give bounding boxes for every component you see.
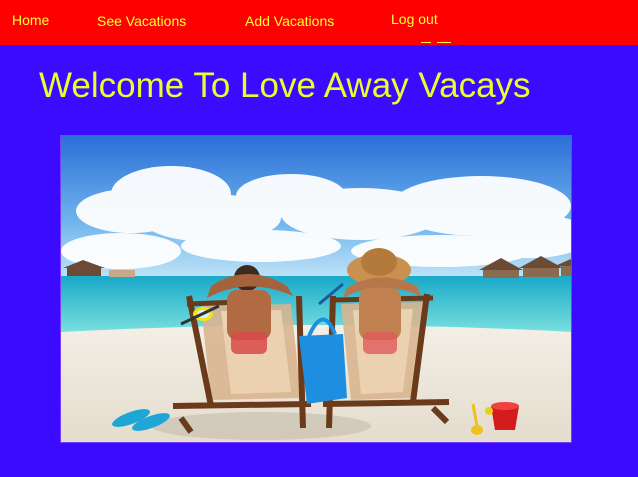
beach-illustration bbox=[61, 136, 571, 442]
page-title: Welcome To Love Away Vacays bbox=[39, 66, 531, 105]
nav-home-link[interactable]: Home bbox=[12, 12, 49, 28]
nav-see-vacations-link[interactable]: See Vacations bbox=[97, 13, 186, 29]
top-navbar: Home See Vacations Add Vacations Log out bbox=[0, 0, 638, 45]
nav-log-out-link[interactable]: Log out bbox=[391, 11, 438, 27]
nav-add-vacations-link[interactable]: Add Vacations bbox=[245, 13, 334, 29]
nav-underline-mark bbox=[437, 42, 451, 43]
nav-underline-mark bbox=[421, 42, 431, 43]
hero-image bbox=[60, 135, 572, 443]
